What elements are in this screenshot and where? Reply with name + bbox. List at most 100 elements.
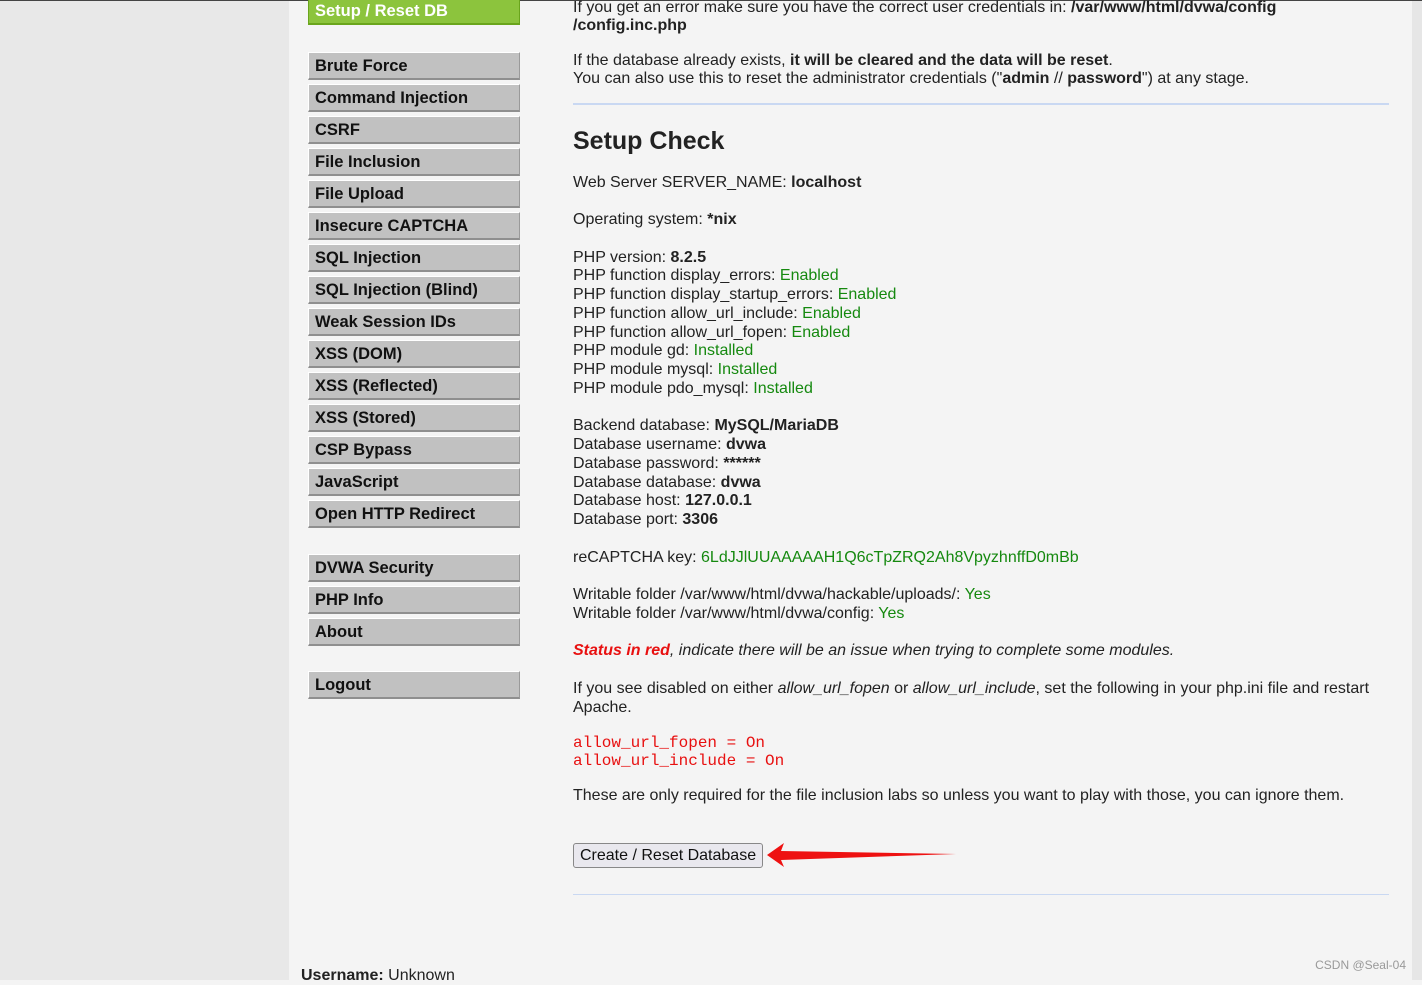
setup-check-row: PHP version: 8.2.5 xyxy=(573,248,706,267)
row-label: Backend database: xyxy=(573,417,715,434)
row-value: Enabled xyxy=(779,267,839,284)
row-value: dvwa xyxy=(725,436,766,453)
setup-check-row: Writable folder /var/www/html/dvwa/confi… xyxy=(573,604,904,623)
text: // xyxy=(1049,70,1068,87)
config-path: /var/www/html/dvwa/config xyxy=(1071,0,1277,16)
row-value: Installed xyxy=(693,342,754,359)
sidebar-item[interactable]: File Upload xyxy=(308,180,520,208)
row-label: PHP function allow_url_include: xyxy=(573,305,803,322)
setup-check-row: PHP module mysql: Installed xyxy=(573,360,777,379)
setup-check-row: Database username: dvwa xyxy=(573,435,766,454)
row-value: Yes xyxy=(964,586,991,603)
admin-user: admin xyxy=(1002,70,1050,87)
inclusion-note: These are only required for the file inc… xyxy=(573,787,1345,804)
text: If the database already exists, xyxy=(573,52,791,69)
sidebar-item[interactable]: Insecure CAPTCHA xyxy=(308,212,520,240)
username-value: Unknown xyxy=(388,967,455,984)
setup-check-title: Setup Check xyxy=(573,127,725,155)
sidebar-item[interactable]: Open HTTP Redirect xyxy=(308,500,520,528)
sidebar-item[interactable]: CSRF xyxy=(308,116,520,144)
left-background xyxy=(0,0,289,980)
sidebar-item[interactable]: Brute Force xyxy=(308,52,520,80)
row-label: Operating system: xyxy=(573,211,708,228)
sidebar-item[interactable]: DVWA Security xyxy=(308,554,520,582)
logout-button[interactable]: Logout xyxy=(308,671,520,699)
row-label: PHP function display_errors: xyxy=(573,267,780,284)
intro-line-1: If you get an error make sure you have t… xyxy=(573,0,1276,17)
row-label: PHP function allow_url_fopen: xyxy=(573,324,792,341)
setup-check-row: Web Server SERVER_NAME: localhost xyxy=(573,173,861,192)
row-value: ****** xyxy=(723,455,761,472)
text: You can also use this to reset the admin… xyxy=(573,70,1003,87)
setup-check-row: reCAPTCHA key: 6LdJJlUUAAAAAH1Q6cTpZRQ2A… xyxy=(573,548,1079,567)
watermark: CSDN @Seal-04 xyxy=(1315,958,1406,972)
intro-line-4: You can also use this to reset the admin… xyxy=(573,69,1249,88)
row-value: 8.2.5 xyxy=(670,249,707,266)
setup-check-row: PHP function allow_url_fopen: Enabled xyxy=(573,323,850,342)
text: , set the following in your php.ini file… xyxy=(1035,680,1370,697)
create-reset-database-button[interactable]: Create / Reset Database xyxy=(573,843,764,868)
disabled-note: If you see disabled on either allow_url_… xyxy=(573,679,1369,698)
row-label: Database database: xyxy=(573,474,721,491)
scrollbar[interactable] xyxy=(1412,0,1422,980)
sidebar-item[interactable]: Command Injection xyxy=(308,84,520,112)
code-line: allow_url_fopen = On xyxy=(573,734,766,752)
code-line: allow_url_include = On xyxy=(573,752,785,770)
status-note: Status in red, indicate there will be an… xyxy=(573,641,1174,660)
setup-check-row: Operating system: *nix xyxy=(573,210,737,229)
row-value: dvwa xyxy=(720,474,761,491)
row-value: Installed xyxy=(753,380,813,397)
text: If you get an error make sure you have t… xyxy=(573,0,1072,16)
config-path-end: /config.inc.php xyxy=(573,17,687,34)
row-value: Enabled xyxy=(837,286,897,303)
setup-check-row: Database host: 127.0.0.1 xyxy=(573,491,752,510)
text: or xyxy=(889,680,913,697)
row-value: localhost xyxy=(791,174,862,191)
row-value: 3306 xyxy=(682,511,718,528)
text: allow_url_include xyxy=(912,680,1036,697)
row-value: Enabled xyxy=(802,305,861,322)
setup-check-row: PHP function display_errors: Enabled xyxy=(573,266,839,285)
divider xyxy=(573,894,1389,895)
disabled-note-end: Apache. xyxy=(573,699,632,716)
setup-check-row: Database port: 3306 xyxy=(573,510,718,529)
row-value: Yes xyxy=(878,605,905,622)
sidebar-item[interactable]: About xyxy=(308,618,520,646)
status-red-label: Status in red xyxy=(573,642,670,659)
setup-check-row: PHP function display_startup_errors: Ena… xyxy=(573,285,896,304)
row-label: Web Server SERVER_NAME: xyxy=(573,174,792,191)
row-value: Installed xyxy=(717,361,778,378)
row-label: PHP module mysql: xyxy=(573,361,718,378)
text: , indicate there will be an issue when t… xyxy=(669,642,1175,659)
row-value: *nix xyxy=(707,211,737,228)
username-label: Username: xyxy=(301,967,384,984)
sidebar-item[interactable]: PHP Info xyxy=(308,586,520,614)
intro-line-3: If the database already exists, it will … xyxy=(573,52,1113,69)
sidebar-item[interactable]: SQL Injection (Blind) xyxy=(308,276,520,304)
text: If you see disabled on either xyxy=(573,680,778,697)
sidebar-item[interactable]: File Inclusion xyxy=(308,148,520,176)
setup-check-row: Database password: ****** xyxy=(573,454,761,473)
setup-check-row: PHP module pdo_mysql: Installed xyxy=(573,379,813,398)
sidebar-item[interactable]: CSP Bypass xyxy=(308,436,520,464)
sidebar-item[interactable]: XSS (Reflected) xyxy=(308,372,520,400)
row-label: Writable folder /var/www/html/dvwa/confi… xyxy=(573,605,879,622)
row-label: Database port: xyxy=(573,511,683,528)
sidebar-item[interactable]: JavaScript xyxy=(308,468,520,496)
setup-check-row: Writable folder /var/www/html/dvwa/hacka… xyxy=(573,585,991,604)
admin-password: password xyxy=(1067,70,1142,87)
row-label: PHP version: xyxy=(573,249,671,266)
setup-check-row: Backend database: MySQL/MariaDB xyxy=(573,416,839,435)
divider xyxy=(573,103,1389,105)
footer-username: Username: Unknown xyxy=(301,966,455,985)
sidebar-item[interactable]: XSS (Stored) xyxy=(308,404,520,432)
sidebar-item[interactable]: SQL Injection xyxy=(308,244,520,272)
row-label: PHP module pdo_mysql: xyxy=(573,380,754,397)
row-label: Database password: xyxy=(573,455,724,472)
sidebar-item-setup-reset-db[interactable]: Setup / Reset DB xyxy=(308,0,520,25)
setup-check-row: PHP module gd: Installed xyxy=(573,341,753,360)
warning-text: it will be cleared and the data will be … xyxy=(790,52,1109,69)
sidebar-item[interactable]: XSS (DOM) xyxy=(308,340,520,368)
row-value: 127.0.0.1 xyxy=(685,492,752,509)
sidebar-item[interactable]: Weak Session IDs xyxy=(308,308,520,336)
